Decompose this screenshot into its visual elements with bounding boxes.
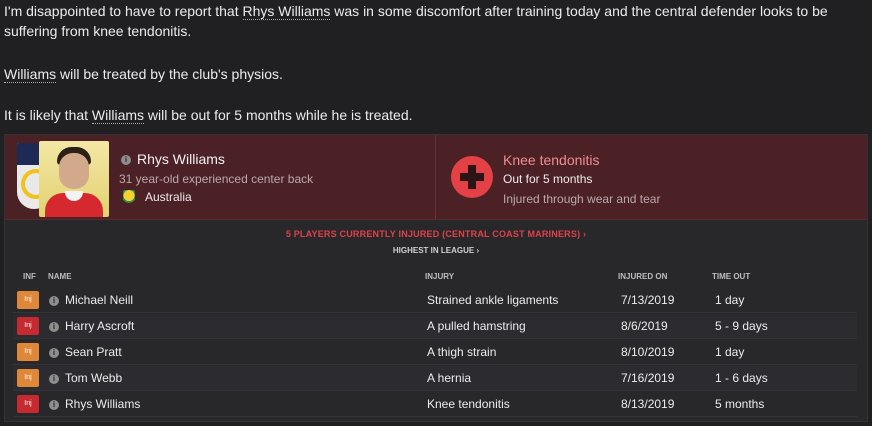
message-text: It is likely that [4,107,92,123]
player-name[interactable]: i Rhys Williams [121,151,225,167]
player-name-text[interactable]: Rhys Williams [65,397,140,411]
table-row[interactable]: Inj i Harry Ascroft A pulled hamstring 8/… [13,314,857,339]
injured-on-cell: 8/10/2019 [621,345,675,359]
injury-cell: A hernia [427,371,472,385]
message-text: will be treated by the club's physios. [56,66,283,82]
chevron-right-icon[interactable]: › [583,229,586,239]
message-paragraph-2: Williams will be treated by the club's p… [4,64,283,84]
column-header-name[interactable]: NAME [48,272,72,281]
table-row[interactable]: Inj i Michael Neill Strained ankle ligame… [13,288,857,313]
info-icon[interactable]: i [49,347,59,358]
nation-flag-icon [123,190,135,206]
table-row[interactable]: Inj i Tom Webb A hernia 7/16/2019 1 - 6 d… [13,366,857,391]
player-name-text[interactable]: Michael Neill [65,293,133,307]
player-name-cell[interactable]: i Sean Pratt [49,345,122,359]
injury-cell: Strained ankle ligaments [427,293,559,307]
column-header-injured-on[interactable]: INJURED ON [618,272,667,281]
injury-panel: i Rhys Williams 31 year-old experienced c… [4,134,868,422]
player-name-cell[interactable]: i Harry Ascroft [49,319,134,333]
injury-cause: Injured through wear and tear [503,192,661,206]
time-out-cell: 1 - 6 days [715,371,768,385]
player-name-cell[interactable]: i Michael Neill [49,293,133,307]
player-nationality[interactable]: Australia [123,190,192,206]
injury-title: Knee tendonitis [503,152,600,168]
injury-badge: Inj [17,395,39,413]
injured-on-cell: 8/6/2019 [621,319,668,333]
player-description: 31 year-old experienced center back [119,172,314,186]
injury-table: Inj i Michael Neill Strained ankle ligame… [13,288,857,418]
player-link[interactable]: Rhys Williams [242,3,331,20]
message-paragraph-3: It is likely that Williams will be out f… [4,105,413,125]
chevron-right-icon[interactable]: › [476,246,479,255]
injured-count-text[interactable]: 5 PLAYERS CURRENTLY INJURED (CENTRAL COA… [286,229,580,239]
nationality-text[interactable]: Australia [145,190,192,204]
column-header-time-out[interactable]: TIME OUT [712,272,750,281]
time-out-cell: 1 day [715,293,745,307]
time-out-cell: 5 - 9 days [715,319,768,333]
injured-on-cell: 7/13/2019 [621,293,675,307]
info-icon[interactable]: i [49,399,59,410]
message-text: will be out for 5 months while he is tre… [144,107,413,123]
table-row[interactable]: Inj i Sean Pratt A thigh strain 8/10/2019… [13,340,857,365]
injured-on-cell: 7/16/2019 [621,371,675,385]
player-name-cell[interactable]: i Tom Webb [49,371,122,385]
message-paragraph-1: I'm disappointed to have to report that … [4,1,864,41]
info-icon[interactable]: i [49,373,59,384]
player-name-text[interactable]: Rhys Williams [137,151,225,167]
injured-count-link[interactable]: 5 PLAYERS CURRENTLY INJURED (CENTRAL COA… [5,229,867,239]
time-out-cell: 1 day [715,345,745,359]
player-name-text[interactable]: Tom Webb [65,371,122,385]
banner-divider [435,135,436,219]
player-link[interactable]: Williams [91,107,145,124]
info-icon[interactable]: i [49,295,59,306]
injury-cell: Knee tendonitis [427,397,510,411]
info-icon[interactable]: i [121,155,131,166]
injury-badge: Inj [17,343,39,361]
column-header-inf[interactable]: INF [23,272,36,281]
time-out-cell: 5 months [715,397,765,411]
league-label-text[interactable]: HIGHEST IN LEAGUE [393,246,474,255]
table-row[interactable]: Inj i Rhys Williams Knee tendonitis 8/13/… [13,392,857,417]
injury-badge: Inj [17,317,39,335]
column-header-injury[interactable]: INJURY [425,272,454,281]
player-name-cell[interactable]: i Rhys Williams [49,397,140,411]
injury-duration: Out for 5 months [503,172,593,186]
player-photo[interactable] [39,141,109,217]
injury-banner: i Rhys Williams 31 year-old experienced c… [5,135,867,220]
player-link[interactable]: Williams [4,66,57,83]
info-icon[interactable]: i [49,321,59,332]
injured-on-cell: 8/13/2019 [621,397,675,411]
injury-cell: A pulled hamstring [427,319,526,333]
medical-cross-icon [451,156,493,198]
player-name-text[interactable]: Harry Ascroft [65,319,134,333]
injury-badge: Inj [17,291,39,309]
injury-cell: A thigh strain [427,345,497,359]
injury-badge: Inj [17,369,39,387]
highest-in-league-link[interactable]: HIGHEST IN LEAGUE › [5,246,867,255]
player-name-text[interactable]: Sean Pratt [65,345,122,359]
message-text: I'm disappointed to have to report that [4,3,243,19]
